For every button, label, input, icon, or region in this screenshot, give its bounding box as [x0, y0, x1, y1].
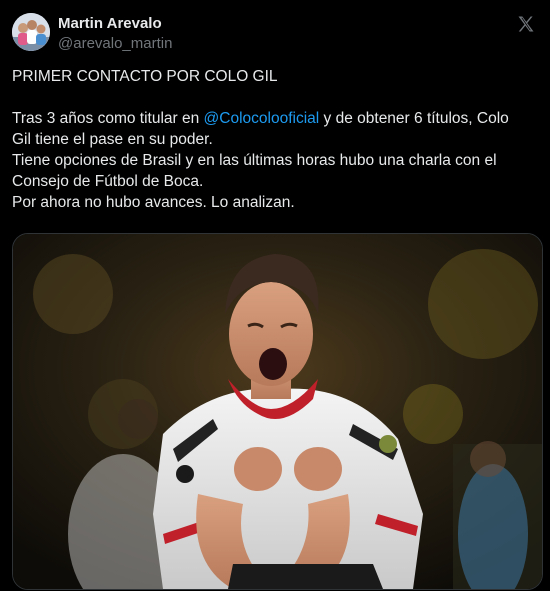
- tweet-text: PRIMER CONTACTO POR COLO GIL Tras 3 años…: [12, 66, 538, 213]
- x-logo-icon[interactable]: [516, 14, 536, 34]
- tweet-media-photo[interactable]: [12, 233, 543, 590]
- player-celebration-photo: [13, 234, 542, 589]
- tweet-text-segment: Tras 3 años como titular en: [12, 110, 204, 127]
- tweet-text-segment: y de obtener 6 títulos, Colo: [319, 110, 509, 127]
- avatar-photo: [12, 13, 50, 51]
- tweet-author: Martin Arevalo @arevalo_martin: [58, 14, 172, 54]
- tweet-line: Por ahora no hubo avances. Lo analizan.: [12, 194, 295, 211]
- author-handle[interactable]: @arevalo_martin: [58, 34, 172, 54]
- mention-link[interactable]: @Colocolooficial: [204, 110, 320, 127]
- tweet-line: Tiene opciones de Brasil y en las última…: [12, 152, 497, 169]
- avatar[interactable]: [12, 13, 50, 51]
- tweet-headline: PRIMER CONTACTO POR COLO GIL: [12, 68, 278, 85]
- tweet: Martin Arevalo @arevalo_martin PRIMER CO…: [0, 0, 550, 591]
- author-display-name[interactable]: Martin Arevalo: [58, 14, 172, 34]
- tweet-line: Gil tiene el pase en su poder.: [12, 131, 213, 148]
- tweet-line: Consejo de Fútbol de Boca.: [12, 173, 204, 190]
- tweet-line: Tras 3 años como titular en @Colocoloofi…: [12, 108, 538, 129]
